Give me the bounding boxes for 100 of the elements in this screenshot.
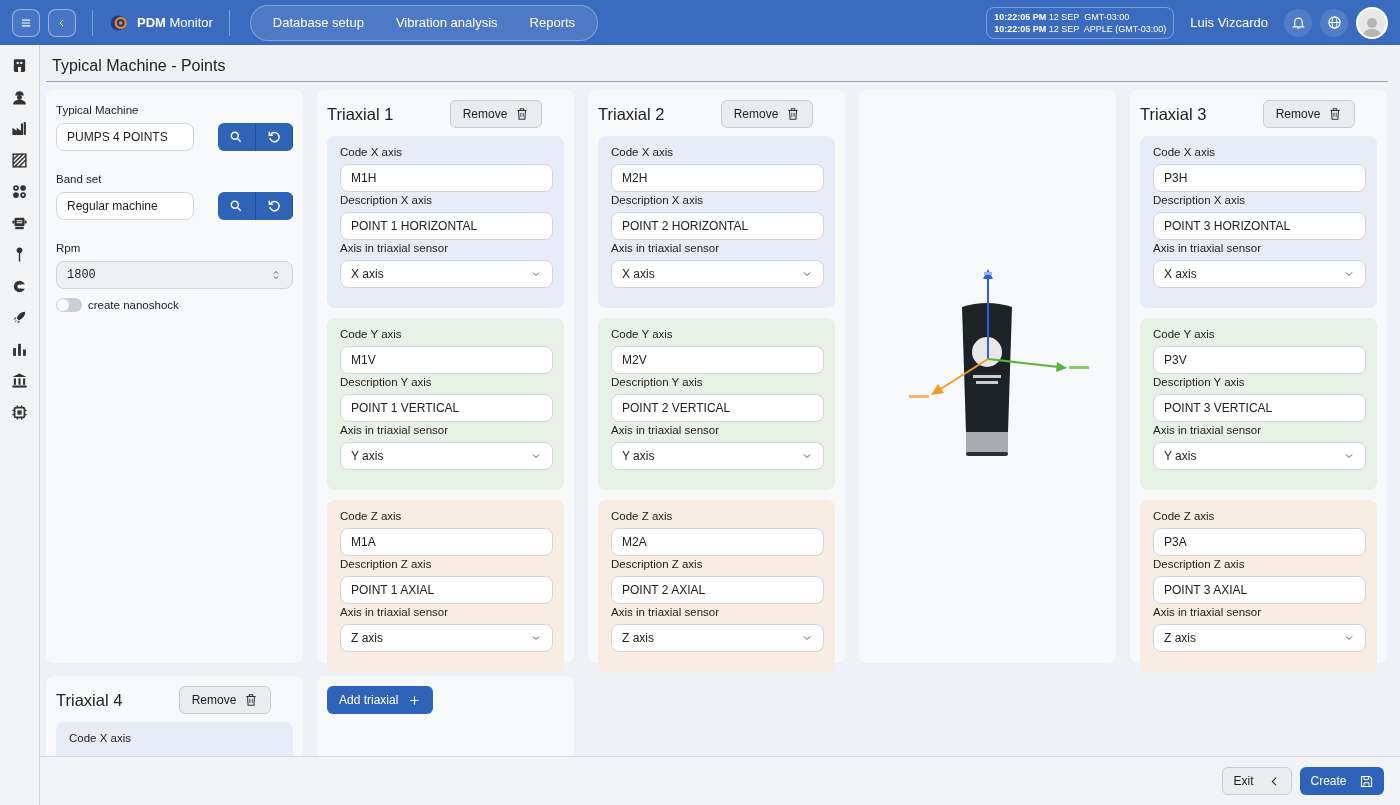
text-field[interactable]: POINT 1 HORIZONTAL [340, 212, 553, 240]
notifications-button[interactable] [1284, 8, 1312, 37]
card-title: Triaxial 3 [1140, 104, 1207, 124]
remove-button[interactable]: Remove [179, 686, 271, 714]
select-field[interactable]: Z axis [340, 624, 553, 652]
field-label: Axis in triaxial sensor [1153, 242, 1262, 254]
search-button[interactable] [218, 123, 256, 151]
language-button[interactable] [1320, 8, 1348, 37]
sidebar-item[interactable] [11, 309, 28, 326]
field-label: Code X axis [611, 146, 674, 158]
user-name: Luis Vizcardo [1190, 15, 1268, 30]
sidebar-item[interactable] [11, 88, 28, 106]
reset-button[interactable] [255, 192, 293, 220]
text-field[interactable]: POINT 1 VERTICAL [340, 394, 553, 422]
bank-icon [11, 372, 28, 389]
nav-tab[interactable]: Reports [513, 8, 592, 37]
reset-button[interactable] [255, 123, 293, 151]
text-field[interactable]: P3H [1153, 164, 1366, 192]
search-button[interactable] [218, 192, 256, 220]
select-field[interactable]: X axis [340, 260, 553, 288]
field-label: Description Z axis [340, 558, 433, 570]
building-icon [11, 57, 28, 74]
field-label: Code Z axis [340, 510, 403, 522]
select-field[interactable]: Z axis [1153, 624, 1366, 652]
field-label: Axis in triaxial sensor [340, 424, 449, 436]
sidebar-item[interactable] [11, 120, 28, 137]
text-field[interactable]: P3V [1153, 346, 1366, 374]
text-field[interactable]: POINT 2 HORIZONTAL [611, 212, 824, 240]
trash-icon [244, 693, 259, 707]
field-label: Code Y axis [340, 328, 403, 340]
field-label: Description Z axis [1153, 558, 1246, 570]
remove-button[interactable]: Remove [1263, 100, 1355, 128]
sidebar-item[interactable] [11, 403, 28, 421]
text-field[interactable]: M1H [340, 164, 553, 192]
select-field[interactable]: X axis [1153, 260, 1366, 288]
field-label: Axis in triaxial sensor [1153, 606, 1262, 618]
user-avatar[interactable] [1356, 6, 1388, 39]
field-label: Code Y axis [611, 328, 674, 340]
text-field[interactable]: P3A [1153, 528, 1366, 556]
sidebar-item[interactable] [11, 151, 28, 169]
add-triaxial-button[interactable]: Add triaxial [327, 686, 434, 714]
field-label: Code Z axis [611, 510, 674, 522]
toggle-switch[interactable] [56, 298, 82, 312]
field-label: Axis in triaxial sensor [611, 242, 720, 254]
text-field[interactable]: M2A [611, 528, 824, 556]
field-label: Axis in triaxial sensor [340, 242, 449, 254]
search-icon [229, 199, 244, 213]
nav-tab[interactable]: Database setup [256, 8, 380, 37]
save-icon [1358, 773, 1374, 789]
text-field[interactable]: M1A [340, 528, 553, 556]
field-label: Description X axis [611, 194, 705, 206]
rocket-icon [11, 309, 28, 326]
sidebar-item[interactable] [11, 183, 28, 200]
sidebar-item[interactable] [11, 57, 28, 74]
create-button[interactable]: Create [1300, 767, 1384, 795]
text-field[interactable]: M2V [611, 346, 824, 374]
select-field[interactable]: X axis [611, 260, 824, 288]
select-field[interactable]: Y axis [611, 442, 824, 470]
plus-icon [408, 693, 422, 707]
menu-button[interactable] [12, 8, 40, 37]
sidebar-item[interactable] [11, 372, 28, 389]
gears-icon [11, 183, 28, 200]
select-field[interactable]: Y axis [340, 442, 553, 470]
field-label: Axis in triaxial sensor [611, 606, 720, 618]
trash-icon [515, 107, 530, 121]
field-label: Axis in triaxial sensor [340, 606, 449, 618]
text-field[interactable]: PUMPS 4 POINTS [56, 123, 195, 151]
text-field[interactable]: POINT 1 AXIAL [340, 576, 553, 604]
toggle-label: create nanoshock [88, 299, 179, 311]
text-field[interactable]: POINT 2 AXIAL [611, 576, 824, 604]
text-field[interactable]: M1V [340, 346, 553, 374]
trash-icon [786, 107, 801, 121]
select-field[interactable]: Y axis [1153, 442, 1366, 470]
page-title: Typical Machine - Points [46, 45, 1388, 82]
nav-tab[interactable]: Vibration analysis [379, 8, 514, 37]
field-label: Code X axis [1153, 146, 1216, 158]
globe-icon [1326, 15, 1342, 30]
field-label: Description Y axis [340, 376, 433, 388]
text-field[interactable]: M2H [611, 164, 824, 192]
text-field[interactable]: POINT 3 VERTICAL [1153, 394, 1366, 422]
text-field[interactable]: POINT 3 HORIZONTAL [1153, 212, 1366, 240]
text-field[interactable]: Regular machine [56, 192, 195, 220]
number-field[interactable]: 1800 [56, 261, 293, 289]
worker-icon [11, 88, 28, 106]
field-label: Code X axis [69, 732, 132, 744]
field-label: Code Y axis [1153, 328, 1216, 340]
remove-button[interactable]: Remove [450, 100, 542, 128]
field-label: Band set [56, 173, 103, 185]
back-button[interactable] [48, 8, 76, 37]
card-title: Triaxial 4 [56, 690, 123, 710]
undo-icon [266, 199, 281, 213]
text-field[interactable]: POINT 3 AXIAL [1153, 576, 1366, 604]
text-field[interactable]: POINT 2 VERTICAL [611, 394, 824, 422]
exit-button[interactable]: Exit [1222, 767, 1292, 795]
factory-icon [11, 120, 28, 137]
select-field[interactable]: Z axis [611, 624, 824, 652]
field-label: Axis in triaxial sensor [611, 424, 720, 436]
app-name: PDM Monitor [137, 15, 213, 30]
bell-icon [1290, 15, 1306, 30]
remove-button[interactable]: Remove [721, 100, 813, 128]
